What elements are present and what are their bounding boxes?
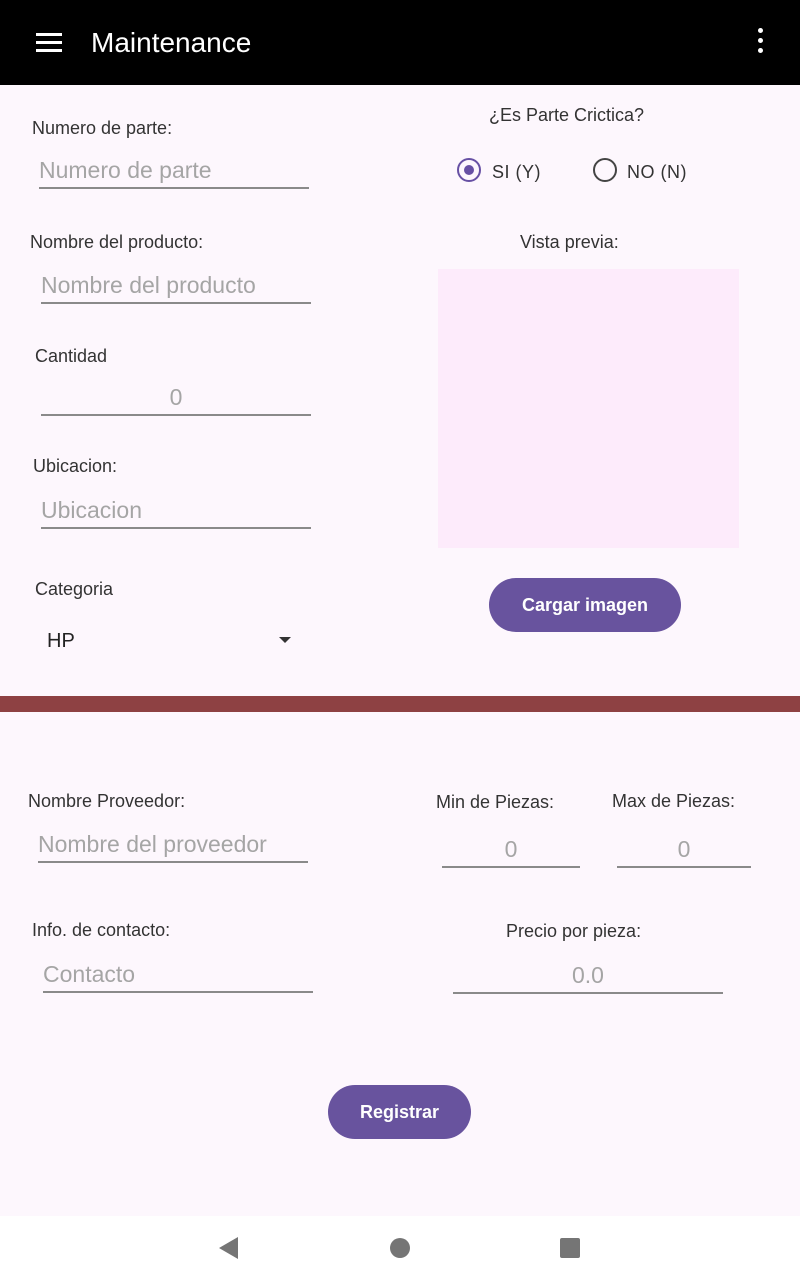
location-input[interactable]	[41, 495, 311, 525]
price-input[interactable]	[453, 960, 723, 990]
home-icon[interactable]	[390, 1238, 410, 1258]
product-name-label: Nombre del producto:	[30, 232, 204, 252]
upload-image-button[interactable]: Cargar imagen	[489, 578, 681, 632]
product-name-input[interactable]	[41, 270, 311, 300]
critical-part-label: ¿Es Parte Crictica?	[489, 105, 645, 125]
recents-icon[interactable]	[560, 1238, 580, 1258]
part-number-input[interactable]	[39, 155, 309, 185]
chevron-down-icon	[279, 637, 291, 643]
image-preview	[438, 269, 739, 548]
price-label: Precio por pieza:	[506, 921, 642, 941]
category-dropdown[interactable]: HP	[35, 620, 300, 660]
contact-input[interactable]	[43, 959, 313, 989]
min-pieces-field[interactable]	[442, 834, 580, 868]
max-pieces-field[interactable]	[617, 834, 751, 868]
max-pieces-input[interactable]	[617, 834, 751, 864]
quantity-field[interactable]	[41, 382, 311, 416]
register-button[interactable]: Registrar	[328, 1085, 471, 1139]
location-label: Ubicacion:	[33, 456, 118, 476]
preview-label: Vista previa:	[520, 232, 619, 252]
section-divider	[0, 696, 800, 712]
min-pieces-label: Min de Piezas:	[436, 792, 555, 812]
supplier-name-field[interactable]	[38, 829, 308, 863]
min-pieces-input[interactable]	[442, 834, 580, 864]
system-nav-bar	[0, 1216, 800, 1280]
product-name-field[interactable]	[41, 270, 311, 304]
radio-no[interactable]	[593, 158, 617, 182]
radio-si-label[interactable]: SI (Y)	[492, 161, 541, 183]
more-vert-icon[interactable]	[750, 28, 770, 58]
menu-icon[interactable]	[36, 33, 62, 53]
price-field[interactable]	[453, 960, 723, 994]
category-value: HP	[47, 630, 75, 652]
max-pieces-label: Max de Piezas:	[612, 791, 736, 811]
contact-label: Info. de contacto:	[32, 920, 171, 940]
part-number-label: Numero de parte:	[32, 118, 173, 138]
app-title: Maintenance	[91, 27, 252, 58]
location-field[interactable]	[41, 495, 311, 529]
radio-no-label[interactable]: NO (N)	[627, 161, 687, 183]
back-icon[interactable]	[219, 1237, 238, 1259]
contact-field[interactable]	[43, 959, 313, 993]
quantity-label: Cantidad	[35, 346, 108, 366]
radio-si[interactable]	[457, 158, 481, 182]
category-label: Categoria	[35, 579, 114, 599]
quantity-input[interactable]	[41, 382, 311, 412]
part-number-field[interactable]	[39, 155, 309, 189]
supplier-name-label: Nombre Proveedor:	[28, 791, 186, 811]
app-bar: Maintenance	[0, 0, 800, 85]
supplier-name-input[interactable]	[38, 829, 308, 859]
